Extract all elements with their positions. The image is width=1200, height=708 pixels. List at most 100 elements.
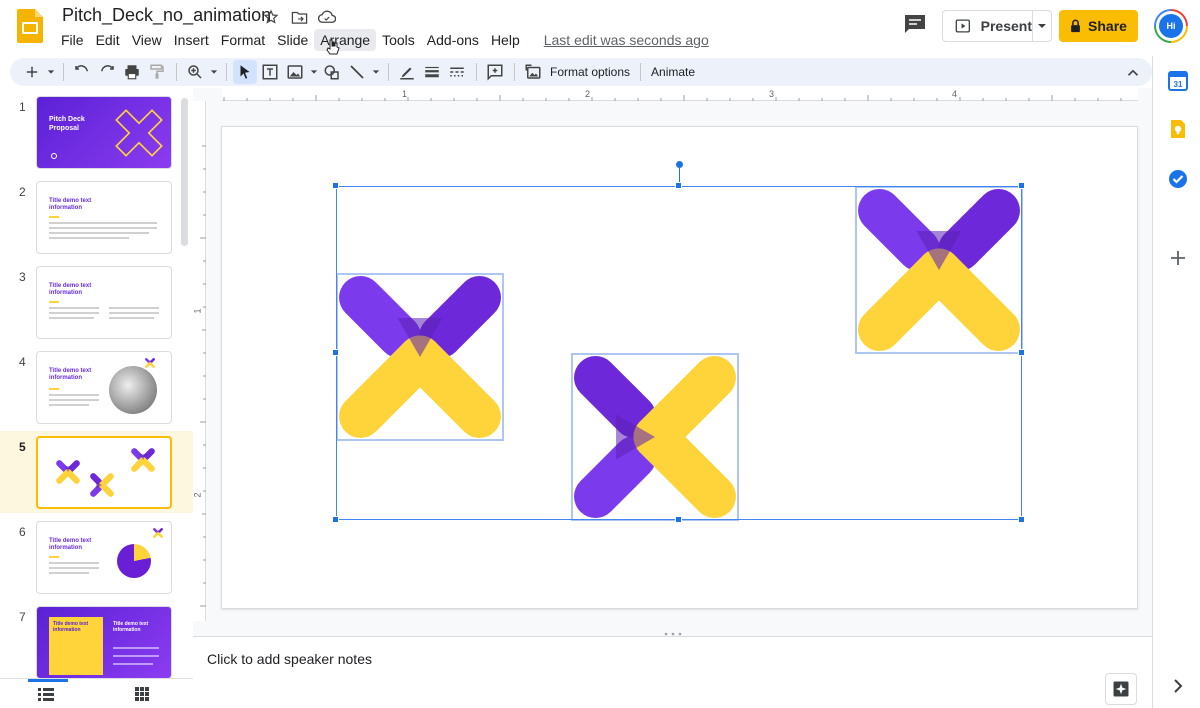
document-title[interactable]: Pitch_Deck_no_animation <box>62 5 271 26</box>
ruler-label: 1 <box>402 89 408 99</box>
slide-preview: Title demo text information Title demo t… <box>36 606 172 678</box>
text-box-icon[interactable] <box>258 60 282 84</box>
ruler-label: 2 <box>585 89 591 99</box>
slide-thumbnail-7[interactable]: 7 Title demo text information Title demo… <box>0 601 193 678</box>
resize-handle-n[interactable] <box>675 182 682 189</box>
image-dropdown[interactable] <box>308 60 320 84</box>
lock-icon <box>1071 19 1080 33</box>
menu-addons[interactable]: Add-ons <box>421 29 485 51</box>
menu-file[interactable]: File <box>55 29 90 51</box>
filmstrip-scrollbar[interactable] <box>181 98 188 246</box>
add-addon-icon[interactable] <box>1168 248 1188 268</box>
undo-icon[interactable] <box>70 60 94 84</box>
resize-handle-se[interactable] <box>1018 516 1025 523</box>
border-weight-icon[interactable] <box>420 60 444 84</box>
present-button[interactable]: Present <box>942 10 1052 42</box>
resize-handle-s[interactable] <box>675 516 682 523</box>
move-folder-icon[interactable] <box>290 8 308 26</box>
format-options-button[interactable]: Format options <box>546 65 634 79</box>
vertical-ruler[interactable]: 1 2 <box>193 101 206 621</box>
speaker-notes[interactable]: Click to add speaker notes <box>193 636 1152 708</box>
account-avatar[interactable]: Hi <box>1154 9 1188 43</box>
new-slide-dropdown[interactable] <box>45 60 57 84</box>
resize-handle-sw[interactable] <box>332 516 339 523</box>
text-line <box>49 572 89 574</box>
menu-arrange[interactable]: Arrange <box>314 29 377 51</box>
slide-preview: Title demo text information <box>36 521 172 594</box>
group-selection-box[interactable] <box>336 186 1022 520</box>
present-main[interactable]: Present <box>943 11 1033 41</box>
resize-handle-w[interactable] <box>332 349 339 356</box>
slide-preview-title: Title demo text information <box>49 368 92 381</box>
menu-insert[interactable]: Insert <box>168 29 215 51</box>
menu-view[interactable]: View <box>126 29 168 51</box>
new-slide-icon[interactable] <box>20 60 44 84</box>
menu-slide[interactable]: Slide <box>271 29 314 51</box>
toolbar-divider <box>226 63 227 81</box>
filmstrip-footer <box>0 678 193 708</box>
avatar-initials: Hi <box>1159 14 1183 38</box>
x-logo-icon <box>90 473 114 497</box>
chevron-up-icon[interactable] <box>1121 61 1145 85</box>
redo-icon[interactable] <box>95 60 119 84</box>
add-comment-icon[interactable] <box>483 60 507 84</box>
slide-preview-title: Title demo text information <box>49 283 92 296</box>
border-dash-icon[interactable] <box>445 60 469 84</box>
menu-format[interactable]: Format <box>215 29 271 51</box>
text-line <box>49 562 99 564</box>
calendar-icon[interactable]: 31 <box>1168 71 1188 91</box>
present-label: Present <box>980 18 1032 34</box>
keep-icon[interactable] <box>1168 119 1188 139</box>
explore-button[interactable] <box>1105 673 1137 705</box>
dot-icon <box>51 153 57 159</box>
menu-edit[interactable]: Edit <box>90 29 126 51</box>
comment-history-icon[interactable] <box>903 13 927 35</box>
slide-thumbnail-1[interactable]: 1 Pitch Deck Proposal <box>0 91 193 173</box>
resize-handle-ne[interactable] <box>1018 182 1025 189</box>
resize-handle-nw[interactable] <box>332 182 339 189</box>
slide-preview-title: Title demo text information <box>49 538 92 551</box>
border-color-icon[interactable] <box>395 60 419 84</box>
title-actions <box>262 8 336 26</box>
last-edit-link[interactable]: Last edit was seconds ago <box>538 29 715 51</box>
rotate-handle[interactable] <box>676 161 683 168</box>
slide-preview: Title demo text information <box>36 181 172 254</box>
menu-tools[interactable]: Tools <box>376 29 421 51</box>
replace-image-icon[interactable] <box>521 60 545 84</box>
star-icon[interactable] <box>262 8 280 26</box>
shape-icon[interactable] <box>320 60 344 84</box>
text-line <box>113 655 159 657</box>
slide-number: 7 <box>19 610 26 624</box>
pie-chart-preview <box>117 544 151 578</box>
grid-view-icon[interactable] <box>134 687 150 701</box>
select-cursor-icon[interactable] <box>233 60 257 84</box>
slide-thumbnail-3[interactable]: 3 Title demo text information <box>0 261 193 343</box>
line-dropdown[interactable] <box>370 60 382 84</box>
slide-thumbnail-5[interactable]: 5 <box>0 431 193 513</box>
slide-thumbnail-4[interactable]: 4 Title demo text information <box>0 346 193 428</box>
zoom-icon[interactable] <box>183 60 207 84</box>
line-icon[interactable] <box>345 60 369 84</box>
speaker-notes-placeholder[interactable]: Click to add speaker notes <box>207 651 372 667</box>
resize-handle-e[interactable] <box>1018 349 1025 356</box>
cloud-saved-icon[interactable] <box>318 8 336 26</box>
slide-canvas[interactable] <box>221 126 1138 609</box>
share-button[interactable]: Share <box>1059 10 1138 42</box>
filmstrip-view-icon[interactable] <box>38 687 54 701</box>
zoom-dropdown[interactable] <box>208 60 220 84</box>
horizontal-ruler[interactable]: 1 2 3 4 <box>222 88 1138 101</box>
chevron-down-icon <box>1038 24 1046 28</box>
tasks-icon[interactable] <box>1168 169 1188 189</box>
present-dropdown[interactable] <box>1033 11 1051 41</box>
image-icon[interactable] <box>283 60 307 84</box>
slide-preview: Title demo text information <box>36 266 172 339</box>
slide-thumbnail-6[interactable]: 6 Title demo text information <box>0 516 193 598</box>
menu-help[interactable]: Help <box>485 29 526 51</box>
paint-format-icon[interactable] <box>145 60 169 84</box>
print-icon[interactable] <box>120 60 144 84</box>
slide-thumbnail-2[interactable]: 2 Title demo text information <box>0 176 193 258</box>
chevron-right-icon[interactable] <box>1168 676 1188 696</box>
animate-button[interactable]: Animate <box>647 65 699 79</box>
slides-logo-icon[interactable] <box>17 9 43 43</box>
accent-line <box>49 301 59 303</box>
